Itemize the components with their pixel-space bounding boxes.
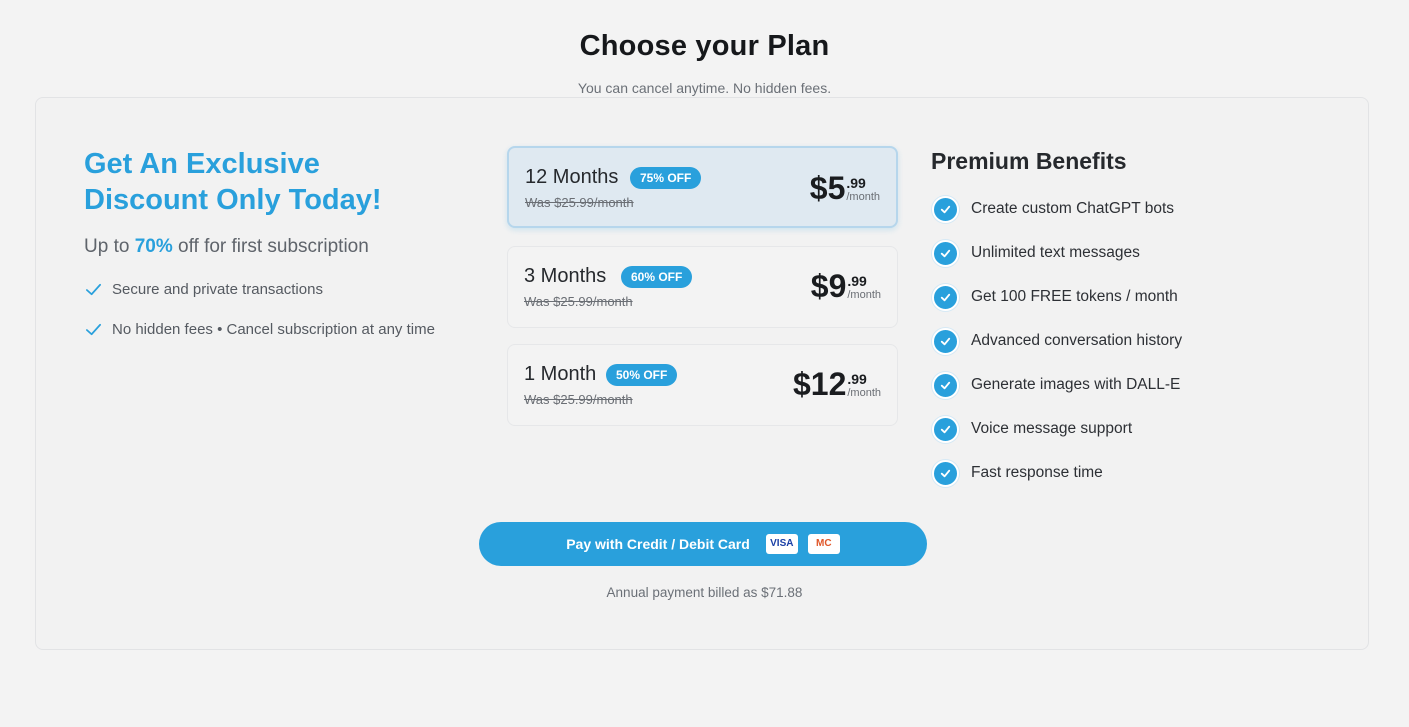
promo-sub-suffix: off for first subscription <box>172 236 369 257</box>
original-price: Was $25.99/month <box>524 392 633 407</box>
benefit-label: Get 100 FREE tokens / month <box>971 288 1178 305</box>
plan-name: 3 Months <box>524 265 607 287</box>
original-price: Was $25.99/month <box>525 195 634 210</box>
plan-option-1-month[interactable]: 1 Month 50% OFF Was $25.99/month $12 .99… <box>507 344 898 426</box>
benefit-label: Voice message support <box>971 420 1133 437</box>
price-dollars: $9 <box>810 268 847 304</box>
pay-button-label: Pay with Credit / Debit Card <box>566 536 750 552</box>
check-circle-icon <box>932 327 959 355</box>
benefit-label: Fast response time <box>971 464 1103 481</box>
price-cents: .99 <box>846 175 866 191</box>
promo-subheading: Up to 70% off for first subscription <box>84 236 369 258</box>
promo-heading: Get An Exclusive Discount Only Today! <box>84 148 382 216</box>
price-period: /month <box>847 289 881 301</box>
annual-billing-note: Annual payment billed as $71.88 <box>606 585 803 600</box>
pay-with-card-button[interactable]: Pay with Credit / Debit Card VISA MC <box>479 522 927 566</box>
mastercard-icon: MC <box>807 534 840 554</box>
check-circle-icon <box>932 283 959 311</box>
plan-name: 1 Month <box>524 363 597 385</box>
benefit-item: Unlimited text messages <box>932 239 1140 267</box>
benefit-label: Create custom ChatGPT bots <box>971 200 1175 217</box>
plan-price: $9 .99 /month <box>811 269 881 303</box>
check-circle-icon <box>932 239 959 267</box>
promo-sub-prefix: Up to <box>84 236 135 257</box>
promo-check-row: No hidden fees • Cancel subscription at … <box>84 318 435 340</box>
benefit-label: Generate images with DALL-E <box>971 376 1181 393</box>
promo-discount-percent: 70% <box>134 236 173 257</box>
benefit-item: Voice message support <box>932 415 1132 443</box>
promo-check-label: No hidden fees • Cancel subscription at … <box>112 320 435 338</box>
price-dollars: $12 <box>792 366 847 402</box>
price-period: /month <box>846 191 880 203</box>
benefit-item: Advanced conversation history <box>932 327 1182 355</box>
visa-card-icon: VISA <box>765 534 798 554</box>
price-cents: .99 <box>847 371 867 387</box>
original-price: Was $25.99/month <box>524 294 633 309</box>
plan-price: $12 .99 /month <box>793 367 881 401</box>
benefit-item: Get 100 FREE tokens / month <box>932 283 1178 311</box>
check-circle-icon <box>932 195 959 223</box>
check-icon <box>85 323 102 335</box>
promo-check-label: Secure and private transactions <box>112 280 323 298</box>
plan-option-12-months[interactable]: 12 Months 75% OFF Was $25.99/month $5 .9… <box>507 146 898 228</box>
check-icon <box>85 283 102 295</box>
benefit-item: Create custom ChatGPT bots <box>932 195 1174 223</box>
discount-badge: 60% OFF <box>621 266 693 288</box>
benefit-item: Fast response time <box>932 459 1103 487</box>
discount-badge: 50% OFF <box>606 364 678 386</box>
benefit-label: Advanced conversation history <box>971 332 1183 349</box>
check-circle-icon <box>932 415 959 443</box>
benefit-label: Unlimited text messages <box>971 244 1140 261</box>
promo-check-row: Secure and private transactions <box>84 278 323 300</box>
benefit-item: Generate images with DALL-E <box>932 371 1180 399</box>
price-cents: .99 <box>847 273 867 289</box>
price-period: /month <box>847 387 881 399</box>
check-circle-icon <box>932 459 959 487</box>
page-title: Choose your Plan <box>579 30 830 62</box>
price-dollars: $5 <box>809 170 846 206</box>
plan-price: $5 .99 /month <box>810 171 880 205</box>
check-circle-icon <box>932 371 959 399</box>
plan-name: 12 Months <box>525 166 619 188</box>
discount-badge: 75% OFF <box>630 167 702 189</box>
benefits-title: Premium Benefits <box>931 148 1127 174</box>
page-subtitle: You can cancel anytime. No hidden fees. <box>577 80 832 96</box>
plan-option-3-months[interactable]: 3 Months 60% OFF Was $25.99/month $9 .99… <box>507 246 898 328</box>
